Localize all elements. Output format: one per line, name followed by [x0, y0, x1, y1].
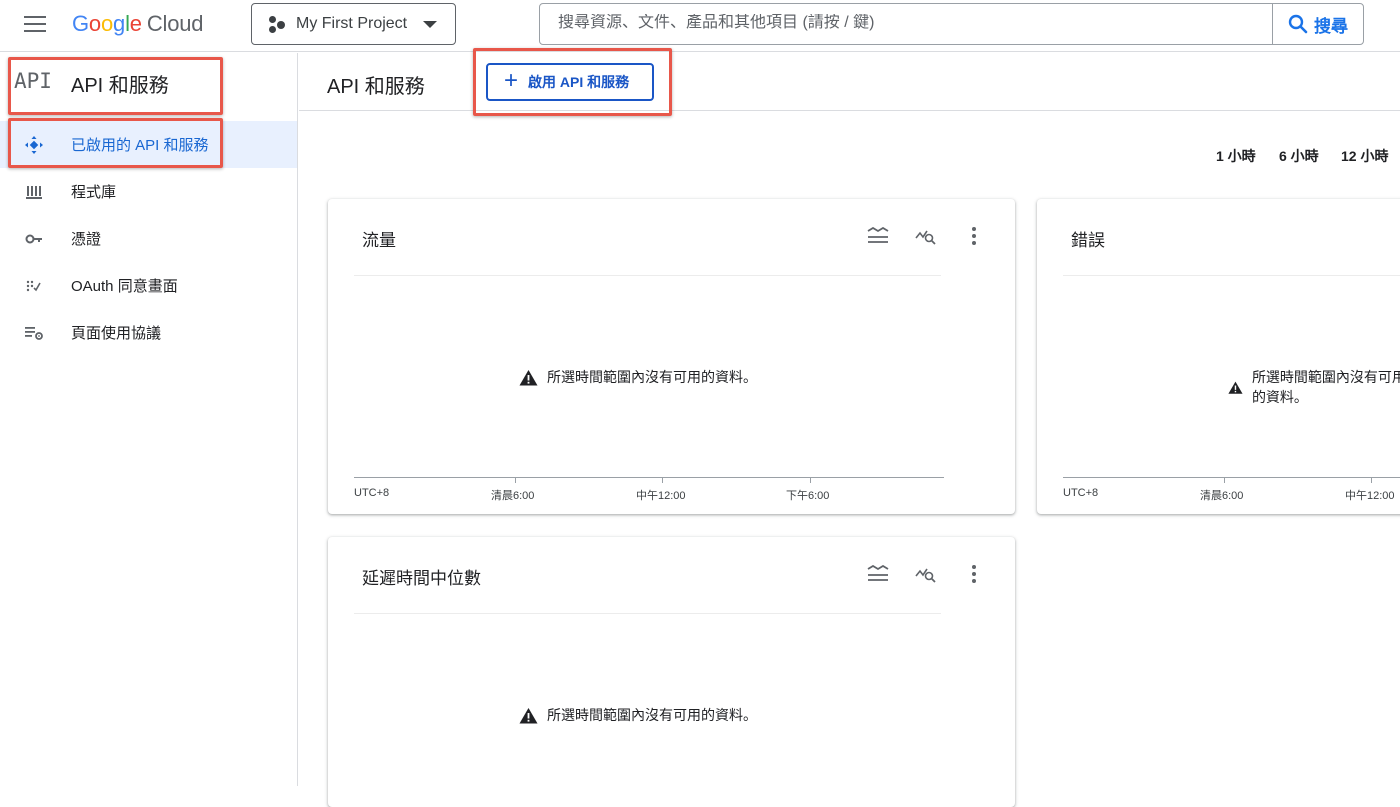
- warning-icon: [519, 369, 538, 385]
- logo-letter: G: [72, 11, 89, 36]
- legend-toggle-icon[interactable]: [863, 561, 893, 587]
- time-range-6h[interactable]: 6 小時: [1279, 146, 1319, 166]
- no-data-text: 所選時間範圍內沒有可用的資料。: [1251, 369, 1400, 405]
- x-tick-label: 下午6:00: [786, 490, 830, 502]
- no-data-message: 所選時間範圍內沒有可用的資料。: [519, 705, 757, 725]
- oauth-icon: [26, 280, 41, 291]
- card-actions: [863, 223, 989, 249]
- project-selector[interactable]: My First Project: [251, 3, 456, 45]
- highlight-box: [473, 48, 672, 116]
- sidebar-item-page-usage[interactable]: 頁面使用協議: [0, 309, 297, 356]
- sidebar-item-label: 程式庫: [71, 184, 117, 201]
- search-icon: [1288, 14, 1308, 34]
- card-title: 流量: [362, 231, 396, 250]
- sidebar-item-label: 頁面使用協議: [71, 325, 162, 342]
- x-tick-label: 清晨6:00: [1200, 490, 1244, 502]
- divider: [354, 275, 941, 276]
- traffic-card: 流量 所選時間範圍內沒有可用的資料。 UTC+8 清晨6:00 中午12:00 …: [328, 199, 1015, 514]
- no-data-message: 所選時間範圍內沒有可用的資料。: [1228, 367, 1400, 407]
- x-tick-label: 中午12:00: [636, 490, 686, 502]
- x-tick-label: 清晨6:00: [491, 490, 535, 502]
- card-title: 錯誤: [1071, 231, 1105, 250]
- sidebar-item-label: 憑證: [71, 231, 102, 248]
- project-name: My First Project: [296, 15, 408, 32]
- chevron-down-icon: [423, 21, 437, 28]
- no-data-text: 所選時間範圍內沒有可用的資料。: [547, 369, 757, 385]
- x-tick-label: 中午12:00: [1345, 490, 1395, 502]
- card-actions: [863, 561, 989, 587]
- errors-card: 錯誤 所選時間範圍內沒有可用的資料。 UTC+8 清晨6:00 中午12:00: [1037, 199, 1400, 514]
- logo-letter: e: [129, 11, 142, 36]
- x-tick: [515, 477, 516, 483]
- highlight-box: [8, 118, 223, 168]
- time-range-12h[interactable]: 12 小時: [1341, 146, 1388, 166]
- x-tick: [1224, 477, 1225, 483]
- divider: [1063, 275, 1400, 276]
- top-bar: Google Cloud My First Project 搜尋: [0, 0, 1400, 52]
- divider: [354, 613, 941, 614]
- explore-chart-icon[interactable]: [911, 561, 941, 587]
- x-tick-label: UTC+8: [354, 487, 390, 499]
- sidebar-item-label: OAuth 同意畫面: [71, 278, 178, 295]
- x-axis: [354, 477, 944, 478]
- sidebar-item-oauth-consent[interactable]: OAuth 同意畫面: [0, 262, 297, 309]
- logo-letter: g: [113, 11, 126, 36]
- project-dots-icon: [268, 15, 286, 33]
- x-tick: [810, 477, 811, 483]
- more-options-icon[interactable]: [959, 223, 989, 249]
- x-axis: [1063, 477, 1400, 478]
- search-input[interactable]: [558, 14, 1258, 32]
- no-data-message: 所選時間範圍內沒有可用的資料。: [519, 367, 757, 387]
- card-title: 延遲時間中位數: [362, 569, 481, 588]
- search-button[interactable]: 搜尋: [1272, 4, 1363, 44]
- no-data-text: 所選時間範圍內沒有可用的資料。: [547, 707, 757, 723]
- legend-toggle-icon[interactable]: [863, 223, 893, 249]
- page-settings-icon: [25, 326, 43, 340]
- main-menu-icon[interactable]: [24, 16, 48, 36]
- logo-letter: o: [88, 11, 101, 36]
- page-title: API 和服務: [327, 76, 425, 98]
- more-options-icon[interactable]: [959, 561, 989, 587]
- warning-icon: [519, 707, 538, 723]
- main-header: API 和服務 + 啟用 API 和服務: [299, 53, 1400, 111]
- library-icon: [26, 185, 42, 199]
- time-range-1h[interactable]: 1 小時: [1216, 146, 1256, 166]
- explore-chart-icon[interactable]: [911, 223, 941, 249]
- key-icon: [25, 234, 42, 243]
- search-button-label: 搜尋: [1314, 16, 1348, 36]
- latency-card: 延遲時間中位數 所選時間範圍內沒有可用的資料。: [328, 537, 1015, 807]
- google-cloud-logo[interactable]: Google Cloud: [72, 11, 203, 37]
- warning-icon: [1228, 381, 1243, 394]
- logo-cloud-text: Cloud: [146, 11, 204, 36]
- sidebar-item-credentials[interactable]: 憑證: [0, 215, 297, 262]
- x-tick: [662, 477, 663, 483]
- x-tick: [1371, 477, 1372, 483]
- search-bar: 搜尋: [539, 3, 1364, 45]
- highlight-box: [8, 57, 223, 115]
- logo-letter: o: [100, 11, 114, 36]
- sidebar-item-library[interactable]: 程式庫: [0, 168, 297, 215]
- x-tick-label: UTC+8: [1063, 487, 1099, 499]
